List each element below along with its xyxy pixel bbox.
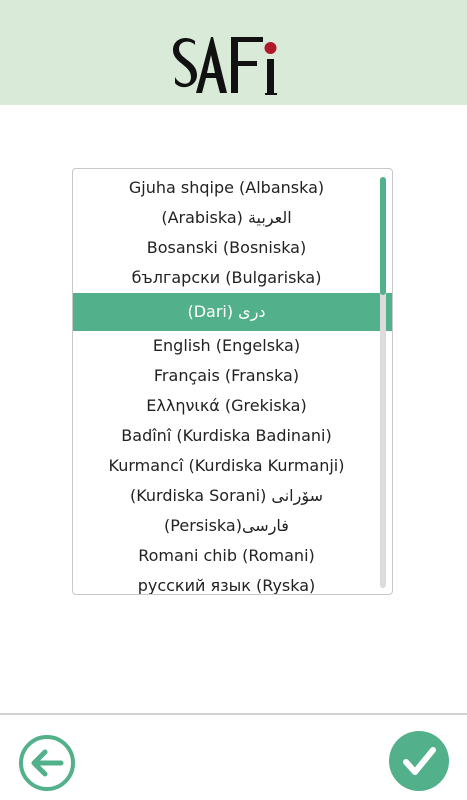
app-header [0, 0, 467, 105]
confirm-button[interactable] [389, 731, 449, 791]
language-option[interactable]: Gjuha shqipe (Albanska) [73, 173, 392, 203]
language-option[interactable]: العربية (Arabiska) [73, 203, 392, 233]
language-list[interactable]: Gjuha shqipe (Albanska) العربية (Arabiska… [72, 168, 393, 595]
back-button[interactable] [17, 733, 77, 793]
checkmark-icon [403, 747, 436, 775]
language-option[interactable]: Badînî (Kurdiska Badinani) [73, 421, 392, 451]
footer-bar [0, 713, 467, 800]
language-option[interactable]: سۆرانی (Kurdiska Sorani) [73, 481, 392, 511]
language-option[interactable]: български (Bulgariska) [73, 263, 392, 293]
language-option[interactable]: Bosanski (Bosniska) [73, 233, 392, 263]
language-option[interactable]: فارسی(Persiska) [73, 511, 392, 541]
safi-logo [173, 37, 277, 95]
language-option[interactable]: русский язык (Ryska) [73, 571, 392, 594]
language-option[interactable]: Kurmancî (Kurdiska Kurmanji) [73, 451, 392, 481]
language-option-selected[interactable]: دری (Dari) [73, 293, 392, 331]
list-scrollbar[interactable] [380, 177, 386, 588]
language-option[interactable]: Français (Franska) [73, 361, 392, 391]
arrow-left-icon [19, 735, 75, 791]
scrollbar-thumb[interactable] [380, 177, 386, 295]
language-list-items: Gjuha shqipe (Albanska) العربية (Arabiska… [73, 173, 392, 594]
language-option[interactable]: Romani chib (Romani) [73, 541, 392, 571]
language-option[interactable]: Ελληνικά (Grekiska) [73, 391, 392, 421]
language-option[interactable]: English (Engelska) [73, 331, 392, 361]
